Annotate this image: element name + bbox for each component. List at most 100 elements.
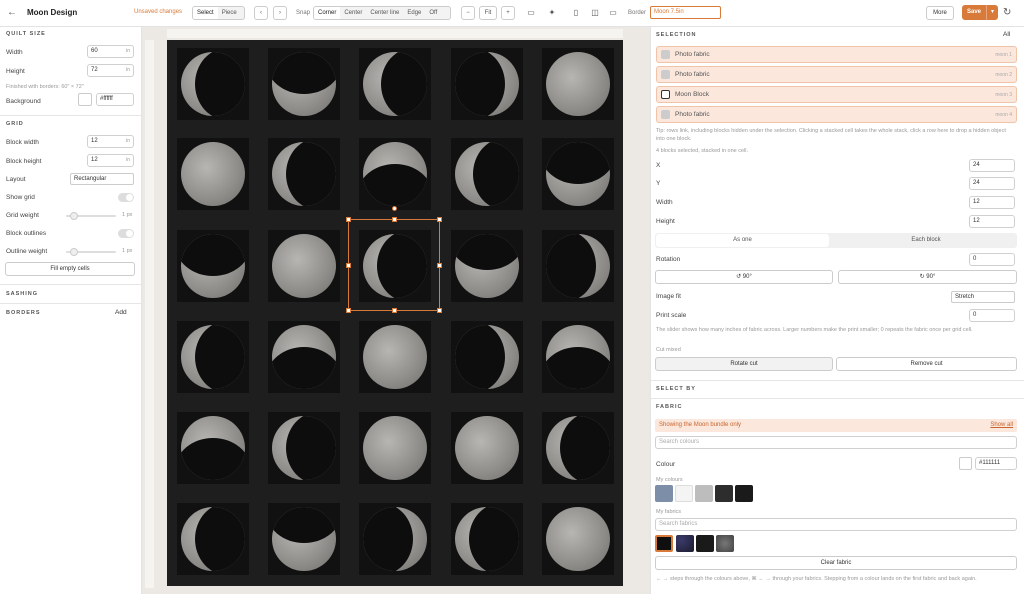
moon-block[interactable] xyxy=(268,48,340,120)
fill-empty-cells-button[interactable]: Fill empty cells xyxy=(5,262,135,276)
quilt-grid[interactable] xyxy=(167,40,623,586)
moon-block[interactable] xyxy=(542,321,614,393)
moon-block[interactable] xyxy=(542,503,614,575)
rotate-cut-button[interactable]: Rotate cut xyxy=(655,357,833,371)
save-button[interactable]: Save xyxy=(962,5,986,20)
snap-center-button[interactable]: Center xyxy=(340,7,366,19)
y-input[interactable]: 24 xyxy=(969,177,1015,190)
quilt-size-heading[interactable]: QUILT SIZE xyxy=(6,31,46,37)
moon-block[interactable] xyxy=(359,412,431,484)
search-colours-input[interactable]: Search colours xyxy=(655,436,1017,449)
outline-weight-knob[interactable] xyxy=(70,248,78,256)
tab-each-block[interactable]: Each block xyxy=(837,234,1015,247)
select-all-button[interactable]: All xyxy=(1003,31,1010,38)
moon-block[interactable] xyxy=(268,321,340,393)
resize-handle[interactable] xyxy=(346,217,351,222)
print-scale-input[interactable]: 0 xyxy=(969,309,1015,322)
colour-swatch-2[interactable] xyxy=(695,485,713,502)
show-grid-toggle[interactable] xyxy=(118,193,134,202)
selection-item[interactable]: Moon Block moon 3 xyxy=(656,86,1017,103)
borders-heading[interactable]: BORDERS xyxy=(6,310,41,316)
moon-block[interactable] xyxy=(177,412,249,484)
resize-handle[interactable] xyxy=(437,308,442,313)
ruler-icon[interactable]: ▭ xyxy=(526,8,536,18)
colour-swatch-0[interactable] xyxy=(655,485,673,502)
colour-swatch-1[interactable] xyxy=(675,485,693,502)
moon-block[interactable] xyxy=(359,321,431,393)
grid-weight-slider[interactable] xyxy=(66,212,116,220)
background-swatch[interactable] xyxy=(78,93,92,106)
show-all-link[interactable]: Show all xyxy=(990,422,1013,428)
snap-corner-button[interactable]: Corner xyxy=(314,7,341,19)
moon-block[interactable] xyxy=(451,230,523,302)
zoom-fit-button[interactable]: Fit xyxy=(479,6,497,20)
moon-block[interactable] xyxy=(542,230,614,302)
block-outlines-toggle[interactable] xyxy=(118,229,134,238)
resize-handle[interactable] xyxy=(437,217,442,222)
resize-handle[interactable] xyxy=(346,263,351,268)
moon-block[interactable] xyxy=(359,48,431,120)
clear-fabric-button[interactable]: Clear fabric xyxy=(655,556,1017,570)
fabric-swatch-galaxy[interactable] xyxy=(676,535,694,552)
fabric-heading[interactable]: FABRIC xyxy=(656,404,682,410)
selection-item[interactable]: Photo fabric moon 1 xyxy=(656,46,1017,63)
moon-block[interactable] xyxy=(542,48,614,120)
moon-block[interactable] xyxy=(451,138,523,210)
image-fit-select[interactable]: Stretch xyxy=(951,291,1015,303)
resize-handle[interactable] xyxy=(392,308,397,313)
search-fabrics-input[interactable]: Search fabrics xyxy=(655,518,1017,531)
moon-block[interactable] xyxy=(542,412,614,484)
save-options-button[interactable]: ▾ xyxy=(986,5,998,20)
moon-block[interactable] xyxy=(359,138,431,210)
moon-block[interactable] xyxy=(451,321,523,393)
refresh-icon[interactable]: ↻ xyxy=(1003,7,1011,18)
width-input[interactable]: 60 in xyxy=(87,45,134,58)
selection-heading[interactable]: SELECTION xyxy=(656,32,696,38)
moon-block[interactable] xyxy=(177,230,249,302)
selection-item[interactable]: Photo fabric moon 4 xyxy=(656,106,1017,123)
layout-select[interactable]: Rectangular xyxy=(70,173,134,185)
back-arrow-icon[interactable]: ← xyxy=(7,7,17,18)
select-mode-button[interactable]: Select xyxy=(193,7,218,19)
resize-handle[interactable] xyxy=(346,308,351,313)
outline-weight-slider[interactable] xyxy=(66,248,116,256)
moon-block[interactable] xyxy=(268,230,340,302)
moon-block[interactable] xyxy=(177,48,249,120)
snap-edge-button[interactable]: Edge xyxy=(403,7,425,19)
colour-swatch[interactable] xyxy=(959,457,972,470)
monitor-icon[interactable]: ▭ xyxy=(608,8,618,18)
moon-block[interactable] xyxy=(177,503,249,575)
colour-swatch-3[interactable] xyxy=(715,485,733,502)
block-height-input[interactable]: 12 in xyxy=(87,154,134,167)
remove-cut-button[interactable]: Remove cut xyxy=(836,357,1017,371)
undo-button[interactable]: ‹ xyxy=(254,6,268,20)
resize-handle[interactable] xyxy=(437,263,442,268)
x-input[interactable]: 24 xyxy=(969,159,1015,172)
selection-item[interactable]: Photo fabric moon 2 xyxy=(656,66,1017,83)
fabric-swatch-black[interactable] xyxy=(655,535,673,552)
moon-block[interactable] xyxy=(177,138,249,210)
resize-handle[interactable] xyxy=(392,217,397,222)
rotate-cw-button[interactable]: ↻ 90° xyxy=(838,270,1017,284)
zoom-out-button[interactable]: − xyxy=(461,6,475,20)
split-view-icon[interactable]: ◫ xyxy=(590,8,600,18)
more-button[interactable]: More xyxy=(926,6,954,20)
colour-hex-input[interactable]: #111111 xyxy=(975,457,1017,470)
tab-as-one[interactable]: As one xyxy=(656,234,829,247)
rotation-input[interactable]: 0 xyxy=(969,253,1015,266)
moon-block[interactable] xyxy=(542,138,614,210)
moon-block[interactable] xyxy=(177,321,249,393)
background-hex-input[interactable]: #ffffff xyxy=(96,93,134,106)
selection-box[interactable] xyxy=(346,206,442,313)
fabric-swatch-moon[interactable] xyxy=(716,535,734,552)
add-border-button[interactable]: Add xyxy=(115,309,127,316)
sashing-heading[interactable]: SASHING xyxy=(6,291,38,297)
colour-swatch-4[interactable] xyxy=(735,485,753,502)
rotate-handle[interactable] xyxy=(392,206,397,211)
sparkle-icon[interactable]: ✦ xyxy=(547,8,557,18)
block-width-input[interactable]: 12 in xyxy=(87,135,134,148)
grid-weight-knob[interactable] xyxy=(70,212,78,220)
moon-block[interactable] xyxy=(268,412,340,484)
select-by-heading[interactable]: SELECT BY xyxy=(656,386,696,392)
snap-centerline-button[interactable]: Center line xyxy=(366,7,403,19)
